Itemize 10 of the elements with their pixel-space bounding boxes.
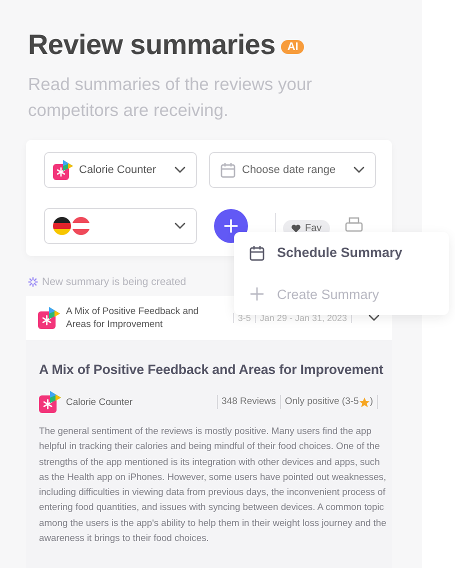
status-text: New summary is being created xyxy=(42,276,186,288)
summary-title: A Mix of Positive Feedback and Areas for Improvement xyxy=(66,305,200,331)
review-count: 348 Reviews xyxy=(216,395,280,409)
ai-badge: AI xyxy=(281,40,304,54)
rating-filter-end: ) xyxy=(370,395,373,409)
summary-text: The general sentiment of the reviews is mostly positive. Many users find the app helpful in tracking their calories and being mindful of their food choices. One of the strengths of the app mentioned is its integration with other devices and apps, such as the Health app on iPhones. However, some users have pointed out weaknesses, including difficulties in viewing data from previous days, the inconvenient process of entering food quantities, and issues with syncing between devices. A common topic among the users is the app's ability to help them in their weight loss journey and the awareness it brings to their food choices. xyxy=(39,424,387,546)
page-title: Review summaries xyxy=(28,28,276,62)
summary-heading: A Mix of Positive Feedback and Areas for Improvement xyxy=(39,362,384,377)
rating-filter: Only positive (3-5 xyxy=(284,395,359,409)
app-name: Calorie Counter xyxy=(66,396,133,408)
